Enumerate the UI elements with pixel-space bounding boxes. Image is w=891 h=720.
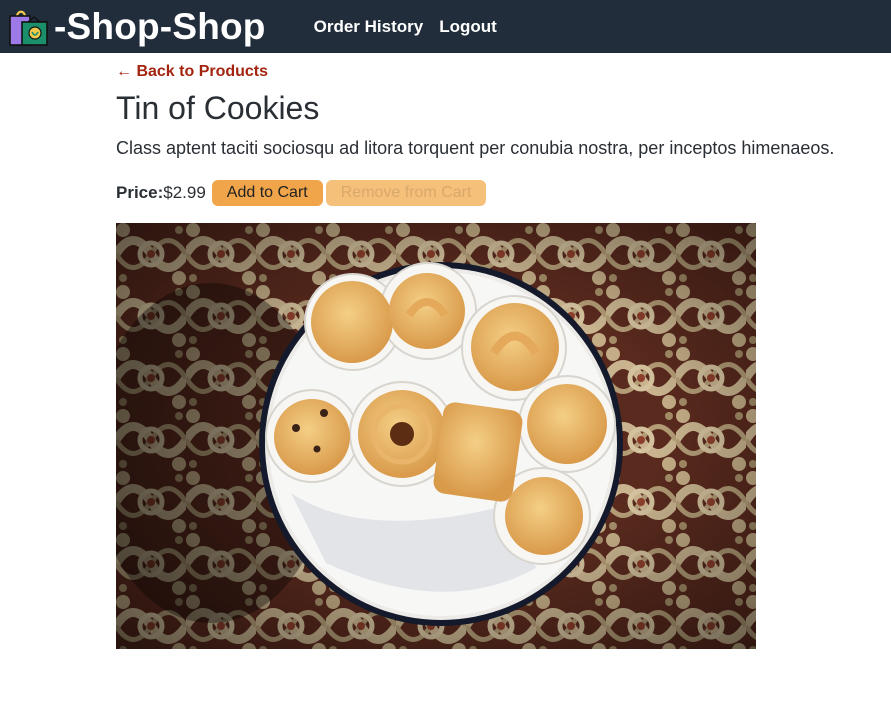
nav-link-logout[interactable]: Logout	[439, 17, 497, 37]
price-value: $2.99	[163, 183, 206, 202]
remove-from-cart-button[interactable]: Remove from Cart	[325, 180, 487, 206]
price-row: Price: $2.99 Add to Cart Remove from Car…	[116, 180, 489, 206]
product-description: Class aptent taciti sociosqu ad litora t…	[116, 138, 835, 158]
price-label: Price:	[116, 183, 164, 202]
product-title: Tin of Cookies	[116, 90, 320, 126]
product-image	[116, 223, 756, 649]
add-to-cart-button[interactable]: Add to Cart	[211, 180, 323, 206]
brand-name: -Shop-Shop	[54, 6, 266, 47]
back-to-products-link[interactable]: ← Back to Products	[116, 63, 268, 81]
brand[interactable]: -Shop-Shop	[8, 0, 266, 53]
shopping-bag-icon	[9, 10, 48, 46]
nav-link-order-history[interactable]: Order History	[314, 17, 424, 37]
nav-links: Order History Logout	[314, 17, 497, 37]
navbar: -Shop-Shop Order History Logout	[0, 0, 891, 53]
